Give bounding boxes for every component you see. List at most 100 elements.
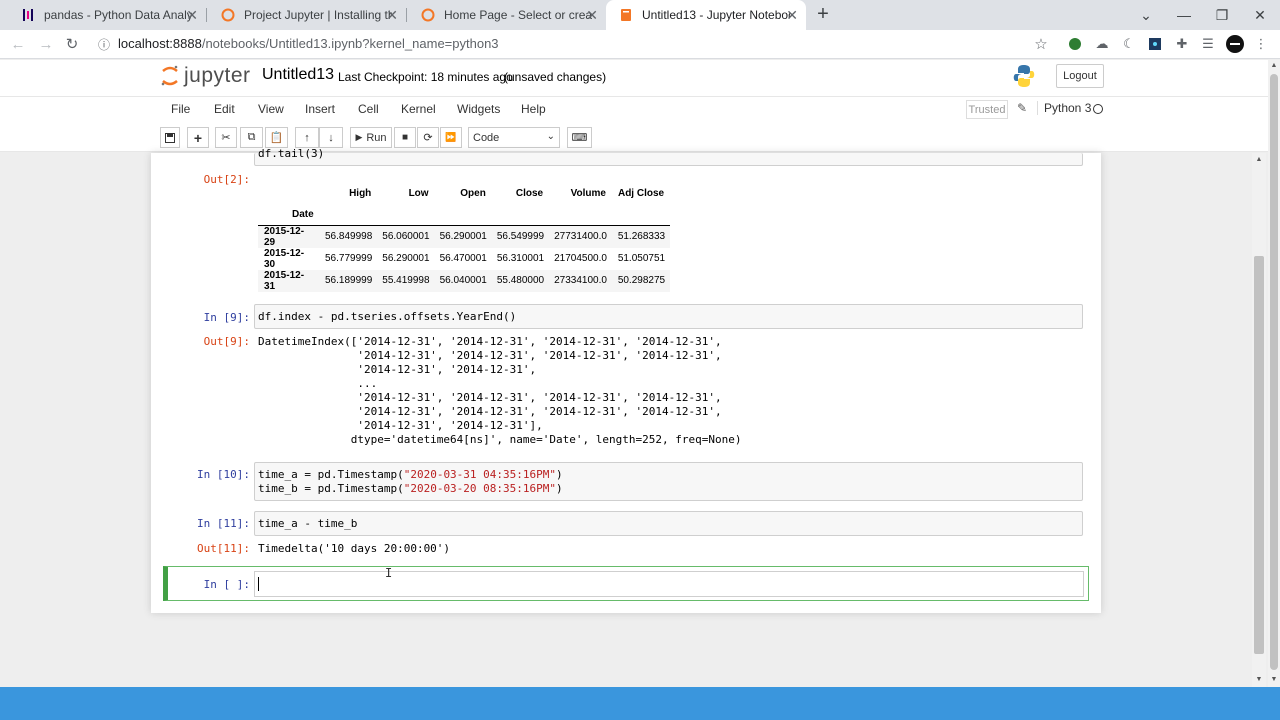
edit-pencil-icon[interactable]: ✎ [1017,101,1027,115]
extension-moon-icon[interactable]: ☾ [1120,35,1138,53]
menu-cell[interactable]: Cell [358,102,379,116]
cell-9-output-line: dtype='datetime64[ns]', name='Date', len… [258,433,742,446]
cell-9-output-line: DatetimeIndex(['2014-12-31', '2014-12-31… [258,335,722,348]
close-tab-icon[interactable]: ✕ [586,7,598,23]
page-scroll-thumb[interactable] [1270,74,1278,670]
column-header: Volume [570,188,606,199]
column-header: Close [515,188,544,199]
save-icon[interactable] [160,127,180,148]
table-cell: 27334100.0 [554,275,607,286]
scroll-up-icon[interactable]: ▲ [1268,60,1280,72]
cell-11-output: Timedelta('10 days 20:00:00') [258,542,451,555]
browser-tab-pandas[interactable]: pandas - Python Data Analysis Li ✕ [8,0,206,30]
column-header: Adj Close [617,188,665,199]
table-cell: 55.419998 [382,275,430,286]
scroll-down-icon[interactable]: ▼ [1268,674,1280,686]
tab-divider [406,8,407,22]
menu-file[interactable]: File [171,102,190,116]
table-cell: 56.849998 [325,231,373,242]
run-icon: ▶ [355,132,363,142]
add-cell-icon[interactable]: + [187,127,209,148]
browser-tab-untitled13[interactable]: Untitled13 - Jupyter Notebook ✕ [606,0,806,30]
table-cell: 51.268333 [617,231,666,242]
menu-edit[interactable]: Edit [214,102,235,116]
extensions-puzzle-icon[interactable]: ✚ [1173,35,1191,53]
restart-run-all-icon[interactable]: ⏩ [440,127,462,148]
jupyter-icon [220,7,236,23]
empty-cell-input[interactable] [254,571,1084,597]
code-text: ) [556,482,563,495]
paste-icon[interactable]: 📋 [265,127,288,148]
maximize-icon[interactable]: ❐ [1203,0,1241,30]
table-index-row: Date [258,204,671,226]
cell-9-output-line: ... [258,377,378,390]
chevron-down-icon: ⌄ [546,131,555,142]
extension-react-icon[interactable] [1146,35,1164,53]
cell-2-input[interactable] [254,153,1083,166]
keyboard-icon[interactable]: ⌨ [567,127,592,148]
mouse-ibeam-icon: Ι [385,566,393,580]
restart-icon[interactable]: ⟳ [417,127,439,148]
reading-list-icon[interactable]: ☰ [1199,35,1217,53]
tab-title: Project Jupyter | Installing the Ju [244,8,392,22]
minimize-icon[interactable]: — [1165,0,1203,30]
url-host: localhost:8888 [118,36,202,51]
jupyter-logo[interactable]: jupyter [160,64,251,88]
kernel-name[interactable]: Python 3 [1037,101,1091,115]
close-tab-icon[interactable]: ✕ [786,7,798,23]
table-cell: 56.470001 [439,253,487,264]
close-tab-icon[interactable]: ✕ [186,7,198,23]
forward-icon[interactable]: → [36,34,56,54]
profile-avatar[interactable] [1226,35,1244,53]
reload-icon[interactable]: ↻ [62,34,82,54]
cell-9-code: df.index - pd.tseries.offsets.YearEnd() [258,310,517,323]
table-cell: 56.060001 [382,231,430,242]
run-button[interactable]: ▶ Run [350,127,392,148]
extension-cloud-icon[interactable]: ☁ [1093,35,1111,53]
browser-menu-icon[interactable]: ⋮ [1252,35,1270,53]
menu-view[interactable]: View [258,102,284,116]
menu-help[interactable]: Help [521,102,546,116]
table-cell: 21704500.0 [554,253,607,264]
menu-insert[interactable]: Insert [305,102,335,116]
address-bar[interactable]: localhost:8888/notebooks/Untitled13.ipyn… [118,36,499,51]
bookmark-star-icon[interactable]: ☆ [1032,35,1050,53]
browser-tab-home[interactable]: Home Page - Select or create a n ✕ [408,0,606,30]
tab-title: pandas - Python Data Analysis Li [44,8,192,22]
table-cell: 56.040001 [439,275,487,286]
logout-button[interactable]: Logout [1056,64,1104,88]
move-up-icon[interactable]: ↑ [295,127,319,148]
site-info-icon[interactable]: ⓘ [94,34,114,54]
extension-green-icon[interactable] [1066,35,1084,53]
cell-11-input[interactable] [254,511,1083,536]
move-down-icon[interactable]: ↓ [319,127,343,148]
cell-type-select[interactable]: Code ⌄ [468,127,560,148]
text-cursor [258,577,259,591]
tab-title: Home Page - Select or create a n [444,8,592,22]
close-window-icon[interactable]: ✕ [1241,0,1279,30]
scroll-up-icon[interactable]: ▲ [1252,154,1266,166]
browser-tab-installing[interactable]: Project Jupyter | Installing the Ju ✕ [208,0,406,30]
menu-kernel[interactable]: Kernel [401,102,436,116]
scroll-down-icon[interactable]: ▼ [1252,674,1266,686]
tab-search-icon[interactable]: ⌄ [1127,0,1165,30]
menu-widgets[interactable]: Widgets [457,102,500,116]
close-tab-icon[interactable]: ✕ [386,7,398,23]
trusted-indicator[interactable]: Trusted [966,100,1008,119]
code-text: time_a = pd.Timestamp( [258,468,404,481]
new-tab-icon[interactable]: + [813,4,833,24]
cell-10-code-line: time_b = pd.Timestamp("2020-03-20 08:35:… [258,482,563,495]
os-taskbar [0,687,1280,720]
column-header: Open [460,188,486,199]
copy-icon[interactable]: ⧉ [240,127,263,148]
column-header: High [349,188,372,199]
cut-icon[interactable]: ✂ [215,127,237,148]
notebook-name[interactable]: Untitled13 [262,66,334,84]
interrupt-icon[interactable]: ■ [394,127,416,148]
notebook-scroll-thumb[interactable] [1254,256,1264,654]
code-string: "2020-03-20 08:35:16PM" [403,482,557,495]
back-icon[interactable]: ← [8,34,28,54]
row-index: 2015-12-29 [264,225,305,248]
cell-9-output-line: '2014-12-31', '2014-12-31'], [258,419,543,432]
unsaved-status: (unsaved changes) [504,70,607,84]
